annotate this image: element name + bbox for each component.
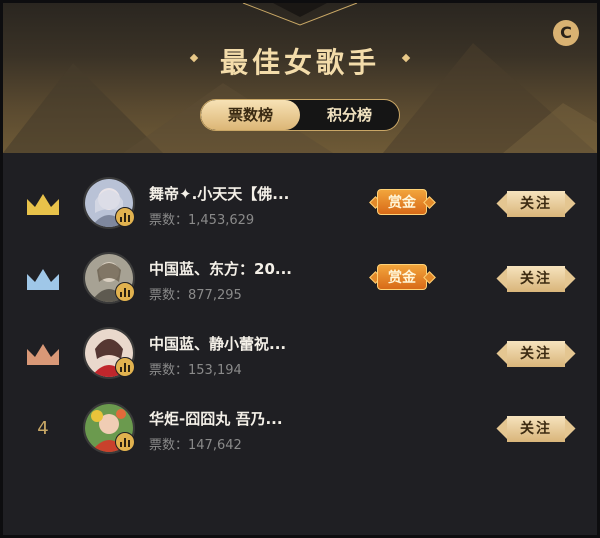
singer-name[interactable]: 中国蓝、静小蕾祝... [149, 333, 286, 354]
live-bars-icon [115, 432, 135, 452]
rank-number-text: 4 [37, 418, 49, 439]
live-bars-icon [115, 207, 135, 227]
ranking-row: 4 华炬-囧囧丸 吾乃... 票数：147,642 关注 [3, 392, 597, 466]
singer-name[interactable]: 中国蓝、东方：20... [149, 258, 292, 279]
ranking-tabs: 票数榜 积分榜 [200, 99, 400, 131]
singer-name[interactable]: 舞帝✦.小天天【佛... [149, 183, 289, 204]
best-female-singer-panel: 最佳女歌手 C 票数榜 积分榜 舞帝✦.小天天【佛... 票数：1,453,62… [0, 0, 600, 538]
ranking-list: 舞帝✦.小天天【佛... 票数：1,453,629 赏金 关注 中国蓝、东方：2… [3, 153, 597, 535]
bounty-badge[interactable]: 赏金 [367, 189, 437, 215]
bounty-label: 赏金 [377, 189, 427, 215]
tab-points-ranking[interactable]: 积分榜 [300, 100, 399, 130]
follow-button[interactable]: 关注 [496, 416, 576, 442]
panel-header: 最佳女歌手 C 票数榜 积分榜 [3, 3, 597, 153]
live-bars-icon [115, 357, 135, 377]
bronze-crown-icon [23, 339, 63, 369]
follow-label: 关注 [507, 416, 565, 442]
follow-button[interactable]: 关注 [496, 191, 576, 217]
ranking-row: 舞帝✦.小天天【佛... 票数：1,453,629 赏金 关注 [3, 167, 597, 241]
follow-button[interactable]: 关注 [496, 341, 576, 367]
rank-number: 4 [23, 414, 63, 444]
follow-button[interactable]: 关注 [496, 266, 576, 292]
ranking-row: 中国蓝、东方：20... 票数：877,295 赏金 关注 [3, 242, 597, 316]
follow-label: 关注 [507, 191, 565, 217]
singer-name[interactable]: 华炬-囧囧丸 吾乃... [149, 408, 283, 429]
ranking-row: 中国蓝、静小蕾祝... 票数：153,194 关注 [3, 317, 597, 391]
bounty-label: 赏金 [377, 264, 427, 290]
vote-count: 票数：1,453,629 [149, 213, 255, 228]
tab-votes-ranking[interactable]: 票数榜 [201, 100, 300, 130]
live-bars-icon [115, 282, 135, 302]
follow-label: 关注 [507, 341, 565, 367]
vote-count: 票数：877,295 [149, 288, 242, 303]
follow-label: 关注 [507, 266, 565, 292]
close-button[interactable]: C [553, 20, 579, 46]
vote-count: 票数：147,642 [149, 438, 242, 453]
vote-count: 票数：153,194 [149, 363, 242, 378]
page-title: 最佳女歌手 [219, 46, 380, 79]
bounty-badge[interactable]: 赏金 [367, 264, 437, 290]
gold-crown-icon [23, 189, 63, 219]
silver-crown-icon [23, 264, 63, 294]
